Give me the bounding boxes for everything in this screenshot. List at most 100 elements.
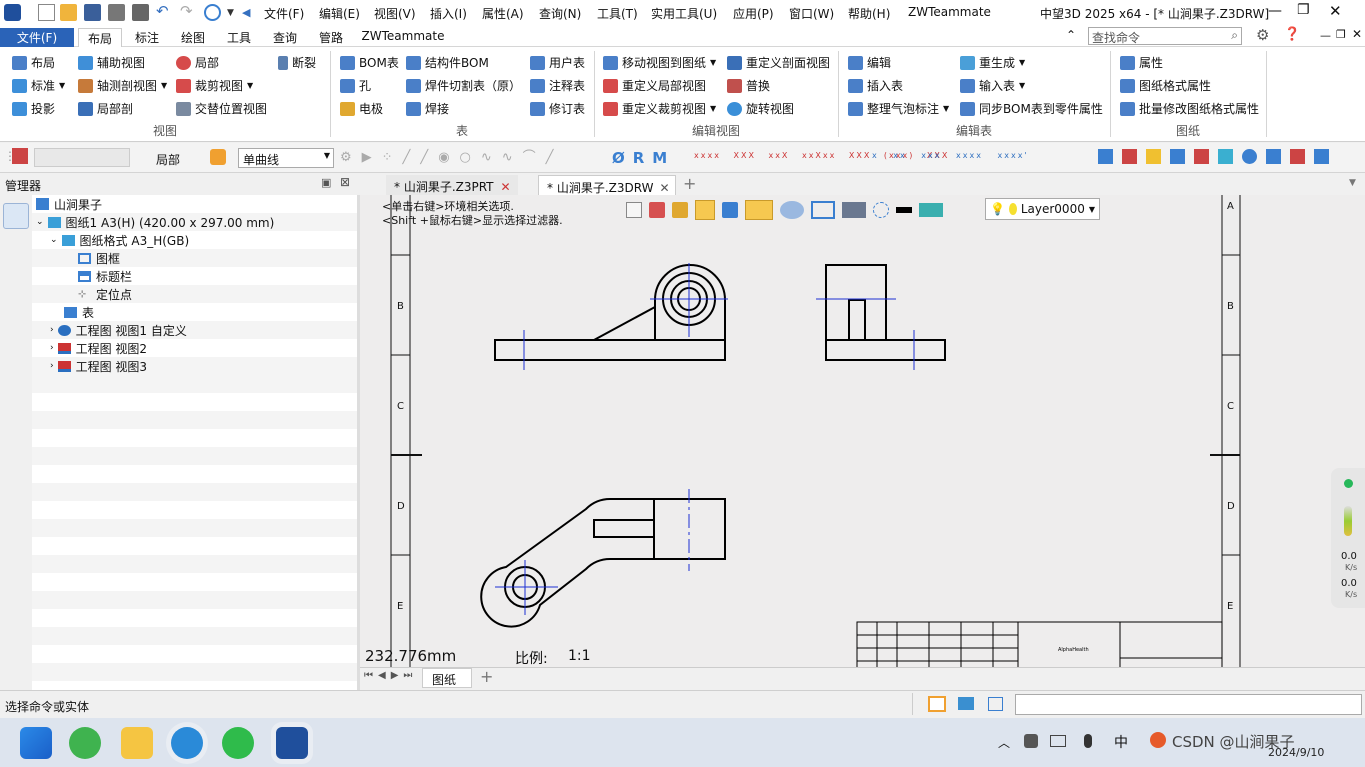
render-mode-icon[interactable] — [695, 200, 715, 220]
menu-apps[interactable]: 应用(P) — [733, 5, 774, 22]
list-mode-icon[interactable] — [988, 697, 1003, 711]
expand-arrow-icon[interactable]: › — [50, 325, 54, 335]
display-icon[interactable] — [842, 202, 866, 218]
tab-annotate[interactable]: 标注 — [126, 28, 168, 47]
add-sheet-icon[interactable]: + — [480, 667, 493, 686]
batch-modify-format-button[interactable]: 批量修改图纸格式属性 — [1120, 99, 1259, 118]
tool-icon[interactable] — [1170, 149, 1185, 164]
sync-bom-button[interactable]: 同步BOM表到零件属性 — [960, 99, 1103, 118]
filter-dropdown[interactable] — [34, 148, 130, 167]
layer-dropdown[interactable]: 💡 Layer0000 ▼ — [985, 198, 1100, 220]
bom-table-button[interactable]: BOM表 — [340, 53, 399, 72]
print-icon[interactable] — [108, 4, 125, 21]
line-weight-icon[interactable] — [896, 207, 912, 213]
minimize-button[interactable]: — — [1268, 3, 1282, 19]
view-style-icon[interactable] — [780, 201, 804, 219]
view-top[interactable] — [480, 498, 726, 628]
tree-node-view2[interactable]: › 工程图 视图2 — [32, 339, 357, 357]
new-file-icon[interactable] — [38, 4, 55, 21]
save-icon[interactable] — [84, 4, 101, 21]
insert-table-button[interactable]: 插入表 — [848, 76, 903, 95]
dashed-select-icon[interactable] — [873, 202, 889, 218]
menu-attribute[interactable]: 属性(A) — [482, 5, 524, 22]
add-tab-icon[interactable]: + — [683, 174, 696, 193]
weld-cut-table-button[interactable]: 焊件切割表（原） — [406, 76, 521, 95]
tab-tools[interactable]: 工具 — [218, 28, 260, 47]
command-input[interactable] — [1015, 694, 1362, 715]
dimension-snap-tools[interactable]: ØRM — [612, 149, 675, 167]
exit-icon[interactable] — [626, 202, 642, 218]
zwcad-3d-icon[interactable] — [276, 727, 308, 759]
wand-icon[interactable] — [722, 202, 738, 218]
tab-layout[interactable]: 布局 — [78, 28, 122, 47]
user-table-button[interactable]: 用户表 — [530, 53, 585, 72]
collapse-arrow-icon[interactable]: ◀ — [242, 4, 259, 21]
title-block[interactable] — [856, 621, 1223, 667]
help-icon[interactable]: ❓ — [1284, 27, 1300, 42]
auxiliary-view-button[interactable]: 辅助视图 — [78, 53, 145, 72]
tree-node-view3[interactable]: › 工程图 视图3 — [32, 357, 357, 375]
clock-date[interactable]: 2024/9/10 — [1268, 746, 1324, 759]
menu-utilities[interactable]: 实用工具(U) — [651, 5, 717, 22]
keyboard-icon[interactable] — [1050, 735, 1066, 747]
sheet-nav-arrows[interactable]: ⏮◀▶⏭ — [364, 670, 417, 681]
drawing-canvas[interactable]: B C D E A B C D E AlphaHealth <单击右键>环境相关… — [360, 195, 1365, 667]
pen-icon[interactable] — [649, 202, 665, 218]
print-preview-icon[interactable] — [132, 4, 149, 21]
menu-window[interactable]: 窗口(W) — [789, 5, 834, 22]
detail-view-button[interactable]: 局部 — [176, 53, 219, 72]
input-mode-icon[interactable] — [928, 696, 946, 712]
edit-table-button[interactable]: 编辑 — [848, 53, 891, 72]
assembly-manager-icon[interactable] — [3, 203, 29, 229]
tray-app-icon[interactable] — [1024, 734, 1038, 748]
regen-icon[interactable] — [204, 4, 221, 21]
undo-icon[interactable]: ↶ — [156, 4, 173, 21]
projection-button[interactable]: 投影 — [12, 99, 55, 118]
tray-expand-icon[interactable]: ︿ — [998, 734, 1010, 751]
arrange-balloons-button[interactable]: 整理气泡标注 ▼ — [848, 99, 949, 118]
tray-sougou-icon[interactable] — [1150, 732, 1166, 748]
browser-360-icon[interactable] — [69, 727, 101, 759]
tool-icon[interactable] — [1194, 149, 1209, 164]
standard-view-button[interactable]: 标准 ▼ — [12, 76, 65, 95]
brush-icon[interactable] — [672, 202, 688, 218]
close-panel-icon[interactable]: ⊠ — [340, 175, 350, 189]
layout-button[interactable]: 布局 — [12, 53, 55, 72]
expand-arrow-icon[interactable]: › — [50, 361, 54, 371]
curve-select-dropdown[interactable]: 单曲线 ▼ — [238, 148, 334, 168]
edge-browser-icon[interactable] — [171, 727, 203, 759]
tab-query[interactable]: 查询 — [264, 28, 306, 47]
expand-arrow-icon[interactable]: › — [50, 343, 54, 353]
sheet-tab-1[interactable]: 图纸1 — [422, 668, 472, 702]
sheet-format-properties-button[interactable]: 图纸格式属性 — [1120, 76, 1211, 95]
app-logo-icon[interactable] — [4, 4, 21, 21]
expand-arrow-icon[interactable]: ⌄ — [36, 217, 44, 227]
doc-restore-button[interactable]: ❐ — [1336, 28, 1346, 41]
open-file-icon[interactable] — [60, 4, 77, 21]
redefine-detail-button[interactable]: 重定义局部视图 — [603, 76, 706, 95]
close-button[interactable]: ✕ — [1329, 2, 1342, 20]
redefine-crop-button[interactable]: 重定义裁剪视图 ▼ — [603, 99, 716, 118]
tab-piping[interactable]: 管路 — [310, 28, 352, 47]
expand-arrow-icon[interactable]: ⌄ — [50, 235, 58, 245]
doc-close-button[interactable]: ✕ — [1352, 27, 1362, 41]
alternate-position-button[interactable]: 交替位置视图 — [176, 99, 267, 118]
redefine-section-button[interactable]: 重定义剖面视图 — [727, 53, 830, 72]
settings-gear-icon[interactable]: ⚙ — [1256, 26, 1269, 44]
ribbon-collapse-icon[interactable]: ⌃ — [1066, 28, 1076, 42]
rotate-view-button[interactable]: 旋转视图 — [727, 99, 794, 118]
layer-tool-icon[interactable] — [919, 203, 943, 217]
menu-file[interactable]: 文件(F) — [264, 5, 304, 22]
view-front[interactable] — [494, 264, 726, 361]
tool-icon[interactable] — [1290, 149, 1305, 164]
menu-view[interactable]: 视图(V) — [374, 5, 416, 22]
crop-view-button[interactable]: 裁剪视图 ▼ — [176, 76, 253, 95]
doc-tab-drawing[interactable]: * 山涧果子.Z3DRW ✕ — [538, 175, 676, 195]
revision-table-button[interactable]: 修订表 — [530, 99, 585, 118]
start-icon[interactable] — [20, 727, 52, 759]
tab-list-icon[interactable]: ▼ — [1349, 178, 1356, 188]
doc-tab-part[interactable]: * 山涧果子.Z3PRT ✕ — [386, 175, 518, 195]
tool-icon[interactable] — [1242, 149, 1257, 164]
display-tools-group[interactable] — [1098, 149, 1360, 165]
sheet-properties-button[interactable]: 属性 — [1120, 53, 1163, 72]
